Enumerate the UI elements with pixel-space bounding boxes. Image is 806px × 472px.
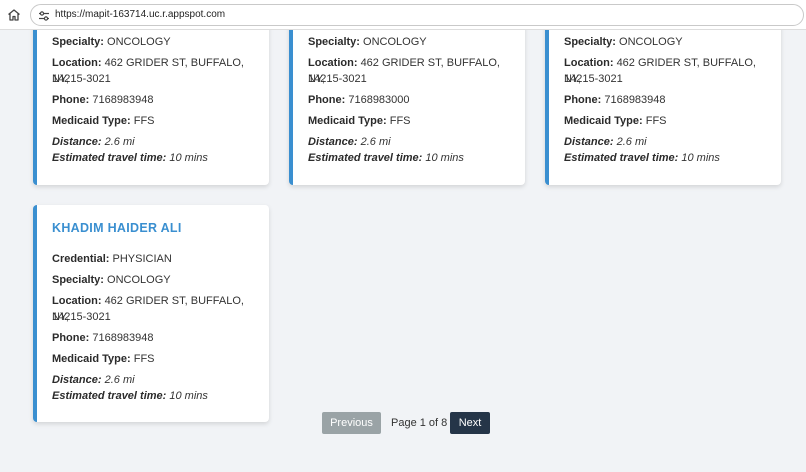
location-row-cont: 14215-3021 [308,73,367,85]
travel-time-row: Estimated travel time: 10 mins [564,152,720,164]
phone-row: Phone: 7168983000 [308,94,410,106]
distance-row: Distance: 2.6 mi [308,136,391,148]
previous-button[interactable]: Previous [322,412,381,434]
page-content: Specialty: ONCOLOGY Location: 462 GRIDER… [0,30,806,472]
travel-time-row: Estimated travel time: 10 mins [52,152,208,164]
medicaid-row: Medicaid Type: FFS [564,115,667,127]
travel-time-row: Estimated travel time: 10 mins [308,152,464,164]
specialty-row: Specialty: ONCOLOGY [564,36,683,48]
provider-card: Specialty: ONCOLOGY Location: 462 GRIDER… [289,30,525,185]
provider-card: Specialty: ONCOLOGY Location: 462 GRIDER… [33,30,269,185]
tune-icon[interactable] [37,8,51,22]
credential-row: Credential: PHYSICIAN [52,253,172,265]
distance-row: Distance: 2.6 mi [52,136,135,148]
phone-row: Phone: 7168983948 [52,94,154,106]
phone-row: Phone: 7168983948 [52,332,154,344]
next-button[interactable]: Next [450,412,490,434]
page-indicator: Page 1 of 8 [391,417,448,429]
travel-time-row: Estimated travel time: 10 mins [52,390,208,402]
provider-card: KHADIM HAIDER ALI Credential: PHYSICIAN … [33,205,269,422]
specialty-row: Specialty: ONCOLOGY [52,274,171,286]
provider-name[interactable]: KHADIM HAIDER ALI [52,221,182,235]
specialty-row: Specialty: ONCOLOGY [308,36,427,48]
distance-row: Distance: 2.6 mi [564,136,647,148]
location-row-cont: 14215-3021 [52,311,111,323]
url-text[interactable]: https://mapit-163714.uc.r.appspot.com [55,9,225,20]
provider-card: Specialty: ONCOLOGY Location: 462 GRIDER… [545,30,781,185]
medicaid-row: Medicaid Type: FFS [52,115,155,127]
medicaid-row: Medicaid Type: FFS [52,353,155,365]
location-row-cont: 14215-3021 [52,73,111,85]
phone-row: Phone: 7168983948 [564,94,666,106]
distance-row: Distance: 2.6 mi [52,374,135,386]
address-bar[interactable]: https://mapit-163714.uc.r.appspot.com [30,4,804,26]
specialty-row: Specialty: ONCOLOGY [52,36,171,48]
home-icon[interactable] [6,7,22,23]
browser-toolbar: https://mapit-163714.uc.r.appspot.com [0,0,806,30]
medicaid-row: Medicaid Type: FFS [308,115,411,127]
location-row-cont: 14215-3021 [564,73,623,85]
